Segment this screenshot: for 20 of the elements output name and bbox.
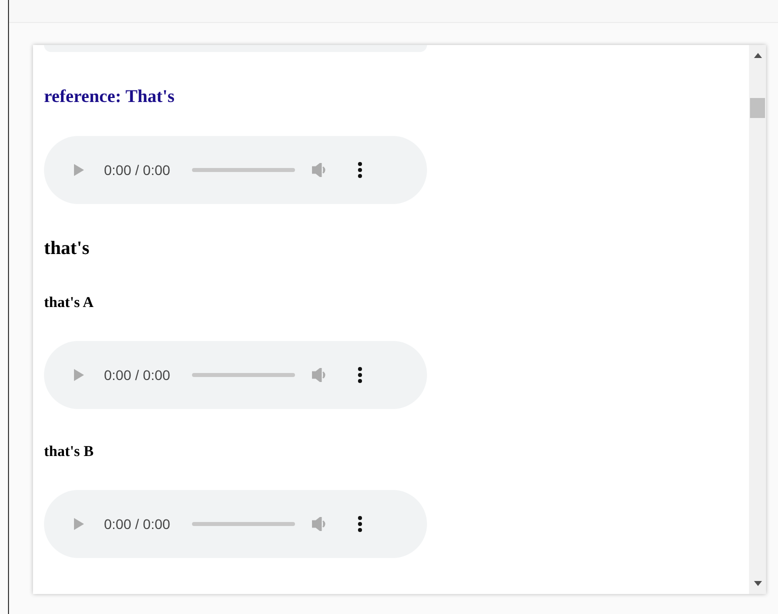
progress-track[interactable] — [192, 522, 296, 526]
progress-track[interactable] — [192, 168, 296, 172]
reference-heading: reference: That's — [44, 85, 176, 107]
scroll-down-icon[interactable] — [754, 581, 762, 586]
time-display: 0:00 / 0:00 — [104, 367, 170, 383]
scroll-thumb[interactable] — [750, 98, 765, 118]
progress-track[interactable] — [192, 373, 296, 377]
more-icon[interactable] — [358, 162, 362, 178]
scroll-up-icon[interactable] — [754, 53, 762, 58]
time-display: 0:00 / 0:00 — [104, 162, 170, 178]
play-icon[interactable] — [74, 518, 84, 530]
scrollbar[interactable] — [749, 45, 766, 594]
time-display: 0:00 / 0:00 — [104, 516, 170, 532]
more-icon[interactable] — [358, 367, 362, 383]
play-icon[interactable] — [74, 164, 84, 176]
word-heading: that's — [44, 237, 90, 260]
variant-heading: that's A — [44, 294, 95, 312]
variant-heading: that's B — [44, 443, 95, 461]
play-icon[interactable] — [74, 369, 84, 381]
more-icon[interactable] — [358, 516, 362, 532]
